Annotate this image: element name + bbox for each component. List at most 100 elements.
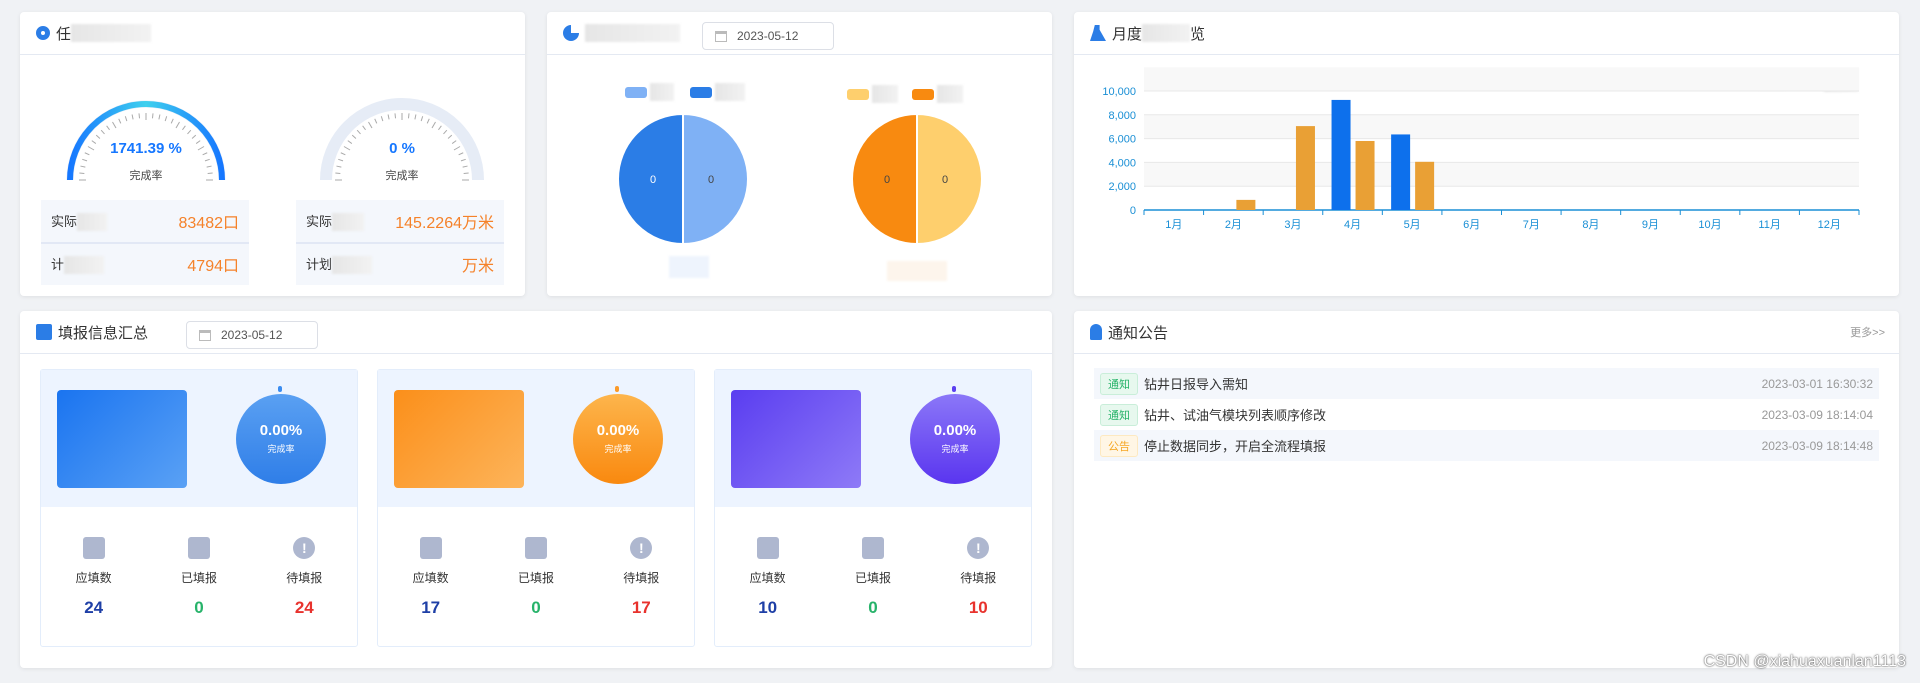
fill-stat-value: 24 xyxy=(294,598,314,617)
gauge-tick xyxy=(182,125,186,131)
gauge-tick xyxy=(95,134,101,139)
notice-tag: 公告 xyxy=(1100,434,1138,457)
completion-rate: 0.00% xyxy=(933,422,977,439)
gauge-1-value: 1741.39 % xyxy=(110,140,182,157)
stat-label: 实际 xyxy=(306,213,333,229)
notice-tag: 通知 xyxy=(1100,372,1138,395)
gauge-tick xyxy=(362,125,366,131)
completion-label: 完成率 xyxy=(941,444,969,454)
pie-label: 0 xyxy=(942,174,948,186)
gauge-tick xyxy=(414,114,417,120)
fill-stat-value: 10 xyxy=(758,598,778,617)
bar-chart: 0 2,000 4,000 6,000 8,000 10,000 1月 2月 3月 4月 5月 6月 7… xyxy=(1102,67,1860,231)
notice-item[interactable]: 公告 停止数据同步，开启全流程填报 2023-03-09 18:14:48 xyxy=(1094,430,1879,461)
fill-stat-value: 0 xyxy=(531,598,541,617)
fill-stat-value: 24 xyxy=(84,598,104,617)
date-picker[interactable]: 2023-05-12 xyxy=(186,321,318,349)
pie-label: 0 xyxy=(650,174,656,186)
bar-series-1[interactable] xyxy=(1391,134,1411,210)
card-header: 填报信息汇总 xyxy=(20,311,1052,354)
gauge-tick xyxy=(191,134,197,139)
fill-stat: 已填报 0 xyxy=(496,537,576,618)
notice-time: 2023-03-01 16:30:32 xyxy=(1761,376,1873,391)
gauge-tick xyxy=(443,129,448,135)
bar-series-2[interactable] xyxy=(1236,199,1256,210)
gauge-tick xyxy=(420,116,424,122)
fill-stat: ! 待填报 24 xyxy=(264,537,344,618)
notice-title[interactable]: 钻井、试油气模块列表顺序修改 xyxy=(1144,405,1762,424)
gauge-tick xyxy=(460,158,466,162)
card-header: 任 xyxy=(20,12,525,55)
x-tick-label: 10月 xyxy=(1698,219,1721,231)
completion-rate: 0.00% xyxy=(596,422,640,439)
fill-summary-item: 0.00% 完成率 应填数 17 已填报 0! 待填报 17 xyxy=(377,369,695,647)
fill-stat-value: 17 xyxy=(421,598,441,617)
x-tick-label: 1月 xyxy=(1165,219,1182,231)
card-title: 填报信息汇总 xyxy=(58,324,149,342)
gauge-tick xyxy=(426,118,430,124)
y-tick-label: 6,000 xyxy=(1108,134,1136,146)
gauge-tick xyxy=(138,113,141,119)
stat-value: 83482口 xyxy=(178,215,240,232)
gauge-tick xyxy=(431,121,436,129)
gauge-tick xyxy=(380,116,384,122)
stat-label: 计 xyxy=(51,256,65,272)
fill-summary-item: 0.00% 完成率 应填数 24 已填报 0! 待填报 24 xyxy=(40,369,358,647)
notice-title[interactable]: 钻井日报导入需知 xyxy=(1144,374,1762,393)
fill-stat-value: 10 xyxy=(968,598,988,617)
category-illustration xyxy=(731,390,861,488)
card-title: 通知公告 xyxy=(1108,324,1169,342)
bar-series-2[interactable] xyxy=(1295,126,1315,210)
pie-slice[interactable] xyxy=(682,112,749,246)
fill-stat-label: 应填数 xyxy=(412,571,449,585)
pie-slice[interactable] xyxy=(916,112,983,246)
notice-item[interactable]: 通知 钻井日报导入需知 2023-03-01 16:30:32 xyxy=(1094,368,1879,399)
gauge-2-value: 0 % xyxy=(389,140,415,157)
card-header: 通知公告 更多>> xyxy=(1074,311,1899,354)
edit-icon xyxy=(419,537,442,559)
notice-title[interactable]: 停止数据同步，开启全流程填报 xyxy=(1144,436,1762,455)
gauge-tick xyxy=(351,134,357,139)
notice-item[interactable]: 通知 钻井、试油气模块列表顺序修改 2023-03-09 18:14:04 xyxy=(1094,399,1879,430)
x-tick-label: 12月 xyxy=(1818,219,1841,231)
y-tick-label: 0 xyxy=(1130,205,1136,217)
target-icon xyxy=(36,26,50,40)
bar-series-1[interactable] xyxy=(1331,99,1351,210)
gauge-tick xyxy=(368,121,373,129)
bar-series-2[interactable] xyxy=(1355,140,1375,210)
calendar-icon xyxy=(199,329,211,341)
fill-stat-label: 待填报 xyxy=(286,571,323,585)
fill-stat-label: 已填报 xyxy=(517,571,554,585)
x-tick-label: 4月 xyxy=(1344,219,1361,231)
gauge-tick xyxy=(438,125,442,131)
clipboard-check-icon xyxy=(861,537,884,559)
notice-time: 2023-03-09 18:14:48 xyxy=(1761,438,1873,453)
gauge-tick xyxy=(131,114,134,120)
fill-stat-label: 应填数 xyxy=(75,571,112,585)
exclamation-icon: ! xyxy=(293,537,316,559)
gauge-tick xyxy=(82,158,88,162)
x-tick-label: 11月 xyxy=(1758,219,1780,231)
fill-stat-label: 应填数 xyxy=(749,571,786,585)
category-illustration xyxy=(394,390,524,488)
gauge-tick xyxy=(175,121,180,129)
category-illustration xyxy=(57,390,187,488)
stat-label: 计划 xyxy=(306,256,333,272)
fill-stat-label: 已填报 xyxy=(180,571,217,585)
stat-box-2: 实际 145.2264万米 计划 万米 xyxy=(296,200,504,285)
x-tick-label: 7月 xyxy=(1523,219,1540,231)
edit-icon xyxy=(82,537,105,559)
gauge-tick xyxy=(124,116,128,122)
stat-label: 实际 xyxy=(51,213,78,229)
gauge-tick xyxy=(387,114,390,120)
y-tick-label: 2,000 xyxy=(1108,181,1136,193)
pie-charts: 0 0 0 0 xyxy=(617,112,983,246)
gauge-tick xyxy=(356,129,361,135)
fill-stat-label: 已填报 xyxy=(854,571,891,585)
stat-value: 万米 xyxy=(461,258,494,275)
fill-stat: ! 待填报 17 xyxy=(601,537,681,618)
bar-series-2[interactable] xyxy=(1415,161,1435,210)
pie-label: 0 xyxy=(708,174,714,186)
gauge-tick xyxy=(447,134,453,139)
more-link[interactable]: 更多>> xyxy=(1850,324,1885,340)
